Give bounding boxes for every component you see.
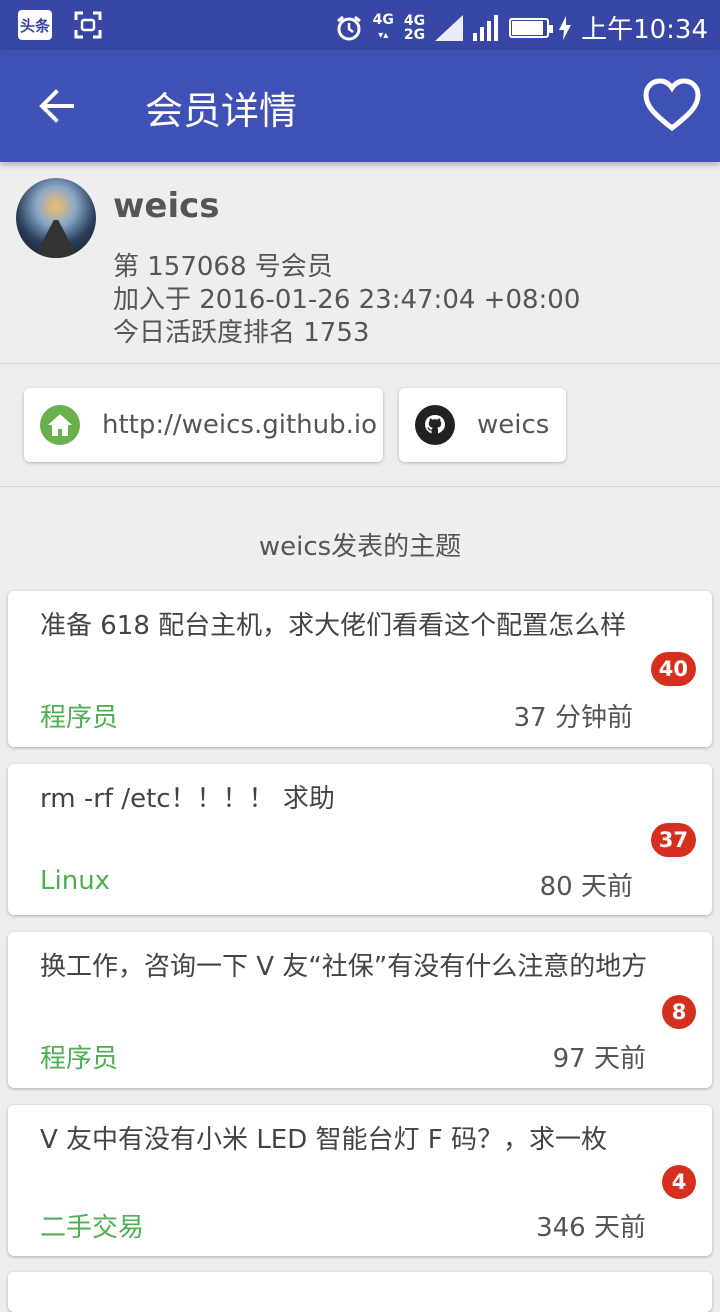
member-number: 第 157068 号会员 xyxy=(113,252,333,282)
topic-node[interactable]: 二手交易 xyxy=(40,1207,144,1244)
topic-time: 346 天前 xyxy=(536,1213,646,1243)
github-icon xyxy=(415,405,455,445)
alarm-icon xyxy=(336,15,361,40)
charging-icon xyxy=(559,15,572,40)
topic-time: 97 天前 xyxy=(552,1044,646,1074)
topic-card[interactable]: 换工作，咨询一下 V 友“社保”有没有什么注意的地方 程序员 97 天前 8 xyxy=(8,932,712,1088)
app-bar: 会员详情 xyxy=(0,50,720,162)
activity-rank: 今日活跃度排名 1753 xyxy=(113,318,370,348)
topics-section-title: weics发表的主题 xyxy=(258,532,462,562)
username: weics xyxy=(113,186,220,226)
topic-card[interactable]: rm -rf /etc！！！！ 求助 Linux 80 天前 37 xyxy=(8,764,712,915)
network-4g-label: 4G ▾▴ xyxy=(372,11,394,41)
status-bar: 头条 4G ▾▴ 4G 2G 上午10:34 xyxy=(0,0,720,50)
divider xyxy=(0,363,720,364)
topic-card[interactable]: 准备 618 配台主机，求大佬们看看这个配置怎么样 程序员 37 分钟前 40 xyxy=(8,591,712,747)
website-link-chip[interactable]: http://weics.github.io xyxy=(24,388,383,462)
topic-node[interactable]: 程序员 xyxy=(40,1038,118,1075)
github-link-label: weics xyxy=(477,410,550,440)
topic-title: V 友中有没有小米 LED 智能台灯 F 码？，求一枚 xyxy=(40,1125,607,1155)
signal-icon xyxy=(435,14,464,41)
favorite-heart-icon[interactable] xyxy=(642,76,702,136)
topic-card[interactable] xyxy=(8,1272,712,1312)
topic-node[interactable]: Linux xyxy=(40,866,110,896)
page-title: 会员详情 xyxy=(145,89,298,133)
github-link-chip[interactable]: weics xyxy=(399,388,566,462)
signal-strong-icon xyxy=(473,14,499,41)
website-link-label: http://weics.github.io xyxy=(102,410,378,440)
reply-count-badge: 8 xyxy=(662,995,696,1029)
reply-count-badge: 4 xyxy=(662,1165,696,1199)
divider xyxy=(0,486,720,487)
clock: 上午10:34 xyxy=(581,15,708,45)
avatar[interactable] xyxy=(16,178,96,258)
topic-time: 37 分钟前 xyxy=(513,703,633,733)
reply-count-badge: 37 xyxy=(650,823,696,857)
topic-card[interactable]: V 友中有没有小米 LED 智能台灯 F 码？，求一枚 二手交易 346 天前 … xyxy=(8,1105,712,1256)
topic-title: rm -rf /etc！！！！ 求助 xyxy=(40,784,335,814)
topic-node[interactable]: 程序员 xyxy=(40,697,118,734)
network-4g2g-label: 4G 2G xyxy=(403,12,426,43)
topic-time: 80 天前 xyxy=(539,872,633,902)
reply-count-badge: 40 xyxy=(650,652,696,686)
screenshot-icon xyxy=(74,11,102,39)
home-icon xyxy=(40,405,80,445)
topic-title: 准备 618 配台主机，求大佬们看看这个配置怎么样 xyxy=(40,611,627,641)
battery-icon xyxy=(509,17,554,38)
news-app-icon: 头条 xyxy=(18,10,52,40)
back-arrow-icon[interactable] xyxy=(36,86,76,126)
member-profile: weics 第 157068 号会员 加入于 2016-01-26 23:47:… xyxy=(0,162,720,362)
join-date: 加入于 2016-01-26 23:47:04 +08:00 xyxy=(113,285,581,315)
topic-title: 换工作，咨询一下 V 友“社保”有没有什么注意的地方 xyxy=(40,952,648,982)
